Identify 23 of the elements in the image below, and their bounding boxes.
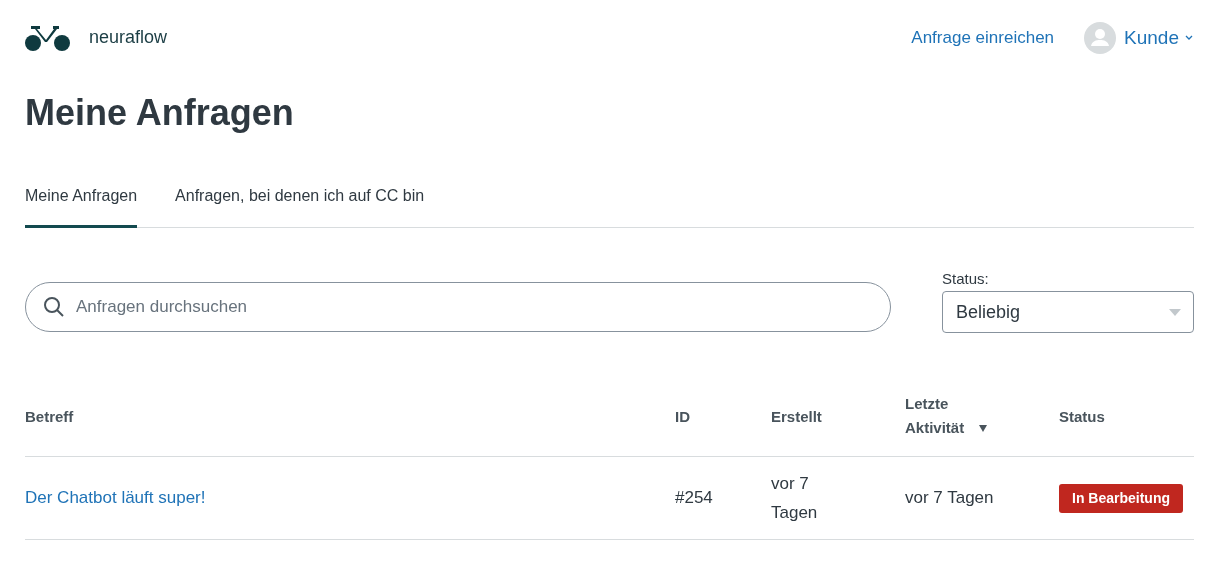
column-header: Betreff (25, 406, 74, 427)
search-icon (43, 296, 65, 318)
dropdown-arrow-icon (1169, 308, 1181, 316)
status-dropdown[interactable]: Beliebig (942, 291, 1194, 333)
user-menu[interactable]: Kunde (1084, 21, 1194, 54)
created-date: vor 7 Tagen (771, 472, 819, 524)
request-link[interactable]: Der Chatbot läuft super! (25, 488, 206, 507)
column-header: Erstellt (771, 406, 822, 427)
brand-name: neuraflow (89, 27, 168, 48)
last-activity: vor 7 Tagen (905, 488, 994, 507)
tab[interactable]: Meine Anfragen (25, 187, 138, 228)
tab[interactable]: Anfragen, bei denen ich auf CC bin (175, 187, 425, 228)
request-id: #254 (675, 488, 713, 507)
bicycle-logo-icon (25, 23, 70, 52)
status-badge: In Bearbeitung (1059, 483, 1183, 513)
search-field[interactable]: Anfragen durchsuchen (25, 282, 891, 332)
nav-link[interactable]: Anfrage einreichen (911, 27, 1055, 48)
status-label: Status: (942, 270, 990, 287)
avatar-icon (1084, 21, 1117, 54)
column-header: Status (1059, 406, 1105, 427)
column-header: ID (675, 406, 690, 427)
chevron-down-icon (1184, 34, 1194, 41)
page-title: Meine Anfragen (25, 91, 295, 135)
